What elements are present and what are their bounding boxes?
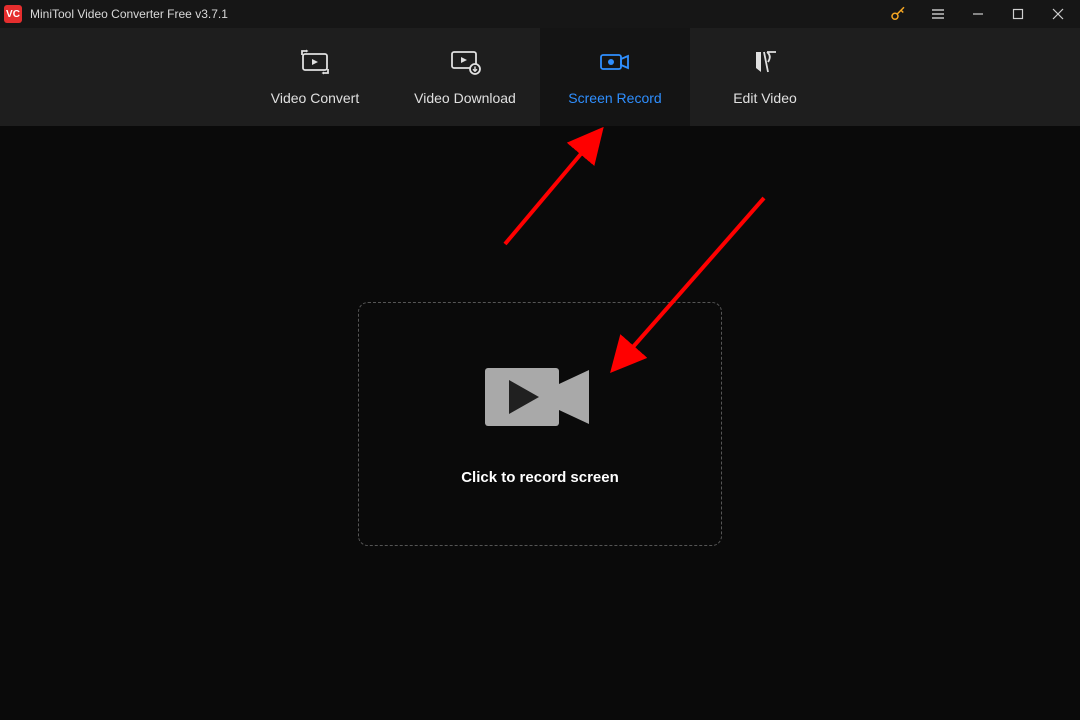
window-controls xyxy=(880,0,1076,28)
tab-edit-video[interactable]: Edit Video xyxy=(690,28,840,126)
content-area: Click to record screen xyxy=(0,126,1080,720)
download-icon xyxy=(448,48,482,76)
annotation-arrow-icon xyxy=(490,126,620,256)
close-button[interactable] xyxy=(1040,0,1076,28)
tab-label: Edit Video xyxy=(733,90,797,106)
tab-bar: Video Convert Video Download Screen Reco… xyxy=(0,28,1080,126)
app-logo-icon: VC xyxy=(4,5,22,23)
record-prompt-label: Click to record screen xyxy=(461,469,619,486)
record-icon xyxy=(597,48,633,76)
tab-video-convert[interactable]: Video Convert xyxy=(240,28,390,126)
tab-label: Video Convert xyxy=(271,90,359,106)
key-icon[interactable] xyxy=(880,0,916,28)
tab-video-download[interactable]: Video Download xyxy=(390,28,540,126)
tab-screen-record[interactable]: Screen Record xyxy=(540,28,690,126)
hamburger-menu-icon[interactable] xyxy=(920,0,956,28)
tab-label: Screen Record xyxy=(568,90,661,106)
camera-icon xyxy=(485,362,595,437)
record-screen-button[interactable]: Click to record screen xyxy=(358,302,722,546)
convert-icon xyxy=(298,48,332,76)
edit-icon xyxy=(750,48,780,76)
maximize-button[interactable] xyxy=(1000,0,1036,28)
tab-label: Video Download xyxy=(414,90,516,106)
titlebar: VC MiniTool Video Converter Free v3.7.1 xyxy=(0,0,1080,28)
minimize-button[interactable] xyxy=(960,0,996,28)
app-title: MiniTool Video Converter Free v3.7.1 xyxy=(30,7,880,21)
